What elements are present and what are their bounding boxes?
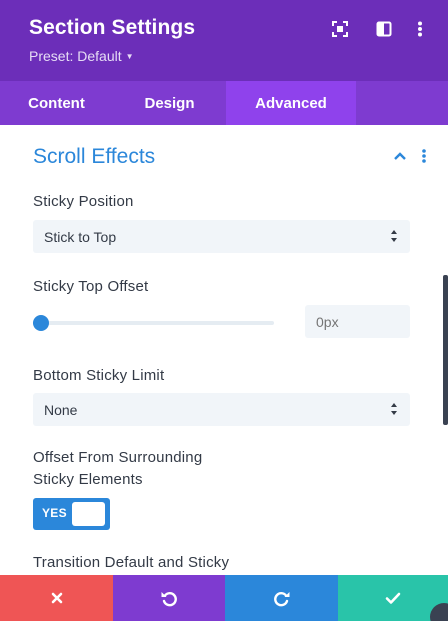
section-header[interactable]: Scroll Effects: [33, 145, 433, 175]
close-icon: [51, 592, 62, 604]
bottom-sticky-limit-select[interactable]: None: [33, 393, 410, 426]
tab-bar: Content Design Advanced: [0, 81, 448, 125]
offset-surrounding-label-line2: Sticky Elements: [33, 471, 143, 488]
settings-header: Section Settings Preset: Default ▼: [0, 0, 448, 81]
tab-content[interactable]: Content: [0, 81, 113, 125]
action-footer: [0, 575, 448, 621]
sticky-top-offset-slider[interactable]: [33, 321, 274, 325]
settings-content: Scroll Effects Sticky Position Stick to …: [0, 125, 448, 575]
expand-icon[interactable]: [329, 18, 351, 40]
check-icon: [385, 592, 401, 604]
select-arrows-icon: [391, 403, 397, 415]
slider-handle[interactable]: [33, 315, 49, 331]
toggle-yes-label: YES: [42, 506, 67, 520]
discard-button[interactable]: [0, 575, 113, 621]
more-vertical-icon[interactable]: [409, 18, 431, 40]
undo-icon: [161, 592, 177, 607]
tab-design[interactable]: Design: [113, 81, 226, 125]
bottom-sticky-limit-value: None: [44, 401, 78, 418]
section-menu-icon[interactable]: [421, 149, 427, 168]
undo-button[interactable]: [113, 575, 225, 621]
scrollbar[interactable]: [443, 275, 448, 425]
offset-surrounding-label: Offset From Surrounding Sticky Elements: [33, 447, 202, 491]
modal-title: Section Settings: [29, 16, 196, 39]
sticky-position-select[interactable]: Stick to Top: [33, 220, 410, 253]
offset-surrounding-toggle[interactable]: YES: [33, 498, 110, 530]
sidebar-toggle-icon[interactable]: [373, 18, 395, 40]
sticky-position-value: Stick to Top: [44, 228, 117, 245]
sticky-position-label: Sticky Position: [33, 193, 134, 210]
transition-label: Transition Default and Sticky: [33, 554, 230, 571]
toggle-knob: [72, 502, 105, 526]
bottom-sticky-limit-label: Bottom Sticky Limit: [33, 367, 165, 384]
redo-button[interactable]: [225, 575, 338, 621]
caret-down-icon: ▼: [125, 52, 134, 61]
section-title: Scroll Effects: [33, 145, 156, 168]
tab-advanced[interactable]: Advanced: [226, 81, 356, 125]
chevron-up-icon[interactable]: [393, 149, 407, 168]
preset-label: Preset: Default: [29, 48, 122, 64]
sticky-top-offset-input[interactable]: [305, 305, 410, 338]
preset-dropdown[interactable]: Preset: Default ▼: [29, 48, 134, 64]
offset-surrounding-label-line1: Offset From Surrounding: [33, 449, 203, 466]
redo-icon: [273, 592, 289, 607]
select-arrows-icon: [391, 230, 397, 242]
sticky-top-offset-label: Sticky Top Offset: [33, 278, 149, 295]
